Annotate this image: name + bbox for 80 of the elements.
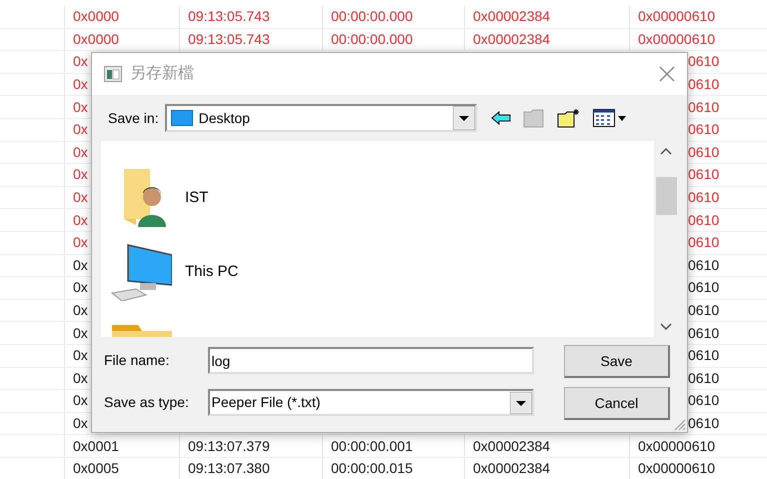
table-cell-text: 0x00000610 [638, 459, 716, 478]
table-cell-text: 0x0001 [73, 436, 119, 456]
table-cell-text: 09:13:07.379 [188, 436, 270, 456]
table-cell-text: 00:00:00.000 [331, 7, 413, 26]
table-cell-text: 0x [73, 52, 88, 72]
table-cell-text: 0x [73, 414, 88, 433]
table-cell-text: 0x [73, 256, 88, 275]
table-cell-text: 0x0000 [73, 30, 119, 49]
table-cell-text: 00:00:00.000 [331, 30, 413, 49]
table-cell-text: 0x [73, 233, 88, 252]
table-cell-text: 0x0000 [73, 7, 119, 26]
table-cell-text: 0x [73, 278, 88, 298]
table-cell-text: 0x [73, 301, 88, 320]
new-folder-icon[interactable] [556, 108, 581, 128]
table-cell-text: 0x00002384 [473, 436, 550, 456]
table-cell-text: 0x [73, 324, 88, 343]
table-cell-text: 09:13:07.380 [188, 459, 270, 478]
computer-icon [110, 243, 172, 301]
table-cell-text: 0x0005 [73, 459, 119, 478]
table-cell-text: 0610 [688, 256, 720, 275]
table-cell-text: 0x00000610 [638, 30, 716, 49]
table-cell-text: 0610 [688, 98, 720, 117]
table-cell-text: 0610 [688, 278, 720, 298]
table-cell-text: 0x [73, 346, 88, 366]
dropdown-value: Desktop [198, 108, 251, 128]
file-item-label[interactable]: IST [185, 186, 208, 210]
table-cell-text: 0610 [688, 188, 720, 208]
close-icon[interactable] [659, 66, 675, 82]
view-menu-icon[interactable] [592, 109, 627, 127]
table-cell-text: 0610 [688, 165, 720, 184]
table-cell-text: 0x00002384 [473, 30, 550, 49]
resize-grip-icon[interactable] [672, 417, 686, 431]
scroll-up-icon[interactable] [660, 147, 672, 155]
table-cell-text: 0x00002384 [473, 459, 550, 478]
save-button[interactable]: Save [564, 345, 670, 378]
table-cell-text: 0610 [688, 346, 720, 366]
table-cell-text: 09:13:05.743 [188, 30, 270, 49]
table-cell-text: 0610 [688, 324, 720, 343]
table-cell-text: 00:00:00.015 [331, 459, 413, 478]
table-cell-text: 0610 [688, 301, 720, 320]
table-cell-text: 09:13:05.743 [188, 7, 270, 26]
table-cell-text: 00:00:00.001 [331, 436, 413, 456]
save-as-type-dropdown[interactable]: Peeper File (*.txt) [208, 389, 534, 416]
table-cell-text: 0610 [688, 52, 720, 72]
table-cell-text: 0x [73, 165, 88, 184]
table-cell-text: 0x00000610 [638, 7, 716, 26]
file-name-label: File name: [104, 351, 170, 370]
table-cell-text: 0610 [688, 391, 720, 410]
dropdown-arrow-icon[interactable] [452, 106, 475, 130]
table-cell-text: 0x [73, 188, 88, 208]
table-cell-text: 0x00000610 [638, 436, 716, 456]
table-cell-text: 0610 [688, 120, 720, 140]
table-cell-text: 0610 [688, 210, 720, 230]
save-in-label: Save in: [108, 108, 159, 128]
file-item-label[interactable]: This PC [185, 260, 238, 284]
table-cell-text: 0x [73, 210, 88, 230]
save-in-dropdown[interactable]: Desktop [164, 104, 477, 132]
desktop-icon [170, 110, 193, 126]
scrollbar-thumb[interactable] [656, 177, 676, 215]
table-cell-text: 0610 [688, 75, 720, 94]
window-title: 另存新檔 [130, 64, 195, 84]
table-cell-text: 0x [73, 98, 88, 117]
table-cell-text: 0x00002384 [473, 7, 550, 26]
dropdown-value: Peeper File (*.txt) [212, 393, 322, 412]
table-cell-text: 0x [73, 391, 88, 410]
scroll-down-icon[interactable] [660, 323, 672, 331]
table-cell-text: 0610 [688, 233, 720, 252]
dropdown-arrow-icon[interactable] [510, 392, 532, 414]
save-as-type-label: Save as type: [104, 393, 190, 412]
table-cell-text: 0610 [688, 414, 720, 433]
table-cell-text: 0x [73, 368, 88, 388]
table-cell-text: 0x [73, 75, 88, 94]
table-cell-text: 0x [73, 120, 88, 140]
window-icon [104, 66, 122, 82]
back-arrow-icon[interactable] [490, 111, 511, 125]
cancel-button[interactable]: Cancel [564, 387, 670, 420]
table-cell-text: 0x [73, 142, 88, 162]
table-cell-text: 0610 [688, 368, 720, 388]
table-cell-text: 0610 [688, 142, 720, 162]
file-name-field[interactable]: log [208, 347, 534, 374]
